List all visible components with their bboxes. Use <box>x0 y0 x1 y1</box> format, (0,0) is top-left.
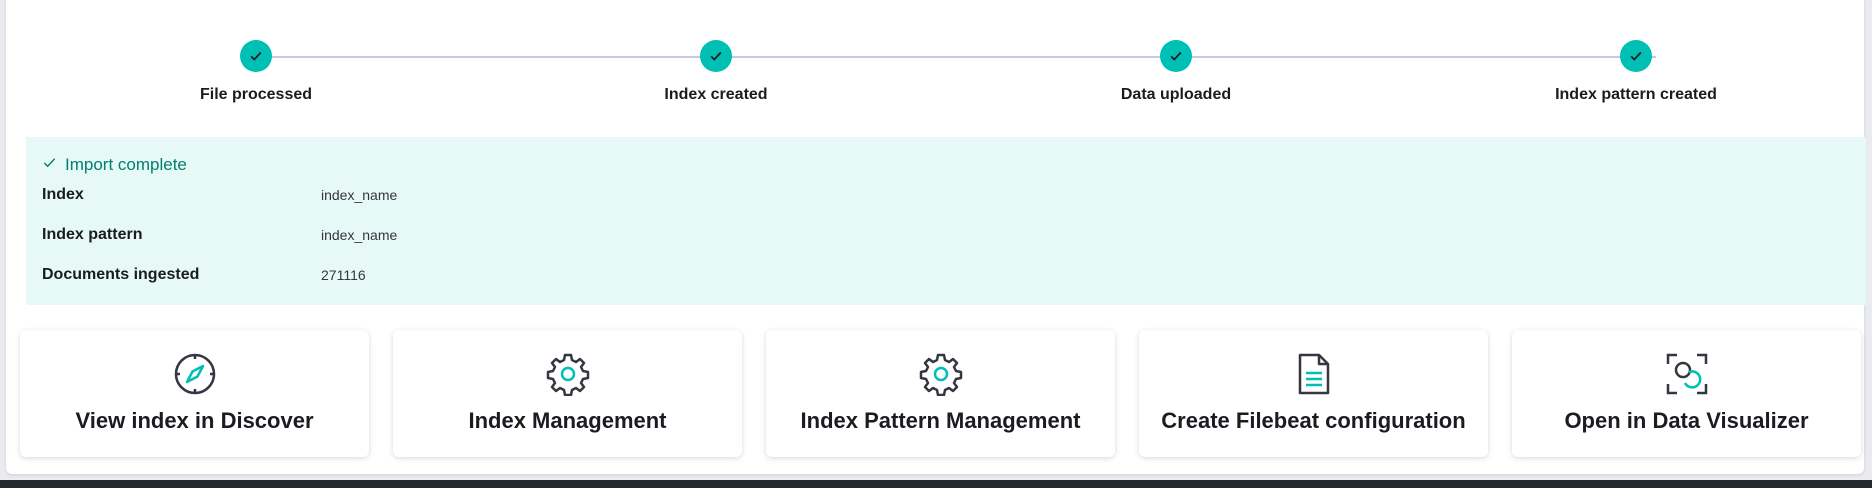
step-index-pattern-created: Index pattern created <box>1486 36 1786 104</box>
compass-icon <box>173 352 217 396</box>
document-icon <box>1292 352 1336 396</box>
summary-row-documents-ingested: Documents ingested 271116 <box>42 263 366 287</box>
step-complete-icon <box>1160 40 1192 72</box>
index-pattern-management-card[interactable]: Index Pattern Management <box>766 330 1115 457</box>
summary-key: Index <box>42 186 84 203</box>
steps-connector-line <box>256 56 1656 58</box>
step-data-uploaded: Data uploaded <box>1026 36 1326 104</box>
card-title: Open in Data Visualizer <box>1564 408 1809 433</box>
import-panel: File processed Index created Data upload… <box>6 0 1866 474</box>
summary-row-index: Index index_name <box>42 183 397 207</box>
card-title: View index in Discover <box>75 408 314 433</box>
card-title: Create Filebeat configuration <box>1161 408 1466 433</box>
step-label: Index created <box>664 86 768 103</box>
step-complete-icon <box>240 40 272 72</box>
view-in-discover-card[interactable]: View index in Discover <box>20 330 369 457</box>
check-icon <box>42 155 57 175</box>
summary-key: Index pattern <box>42 226 143 243</box>
open-in-data-visualizer-card[interactable]: Open in Data Visualizer <box>1512 330 1861 457</box>
import-complete-callout: Import complete Index index_name Index p… <box>26 137 1866 305</box>
create-filebeat-configuration-card[interactable]: Create Filebeat configuration <box>1139 330 1488 457</box>
progress-steps: File processed Index created Data upload… <box>26 36 1846 106</box>
step-label: Data uploaded <box>1120 86 1232 103</box>
index-management-card[interactable]: Index Management <box>393 330 742 457</box>
card-title: Index Pattern Management <box>800 408 1081 433</box>
step-file-processed: File processed <box>106 36 406 104</box>
summary-value: index_name <box>321 227 398 243</box>
gear-icon <box>919 352 963 397</box>
summary-row-index-pattern: Index pattern index_name <box>42 223 397 247</box>
card-title: Index Management <box>468 408 667 433</box>
step-label: Index pattern created <box>1555 86 1717 103</box>
step-index-created: Index created <box>566 36 866 104</box>
data-visualizer-icon <box>1665 352 1709 396</box>
summary-value: 271116 <box>321 267 366 283</box>
callout-title: Import complete <box>42 155 187 175</box>
summary-key: Documents ingested <box>42 266 200 283</box>
step-complete-icon <box>1620 40 1652 72</box>
callout-title-text: Import complete <box>65 155 187 174</box>
step-complete-icon <box>700 40 732 72</box>
step-label: File processed <box>199 86 313 103</box>
gear-icon <box>546 352 590 397</box>
bottom-bar <box>0 480 1872 488</box>
summary-value: index_name <box>321 187 398 203</box>
